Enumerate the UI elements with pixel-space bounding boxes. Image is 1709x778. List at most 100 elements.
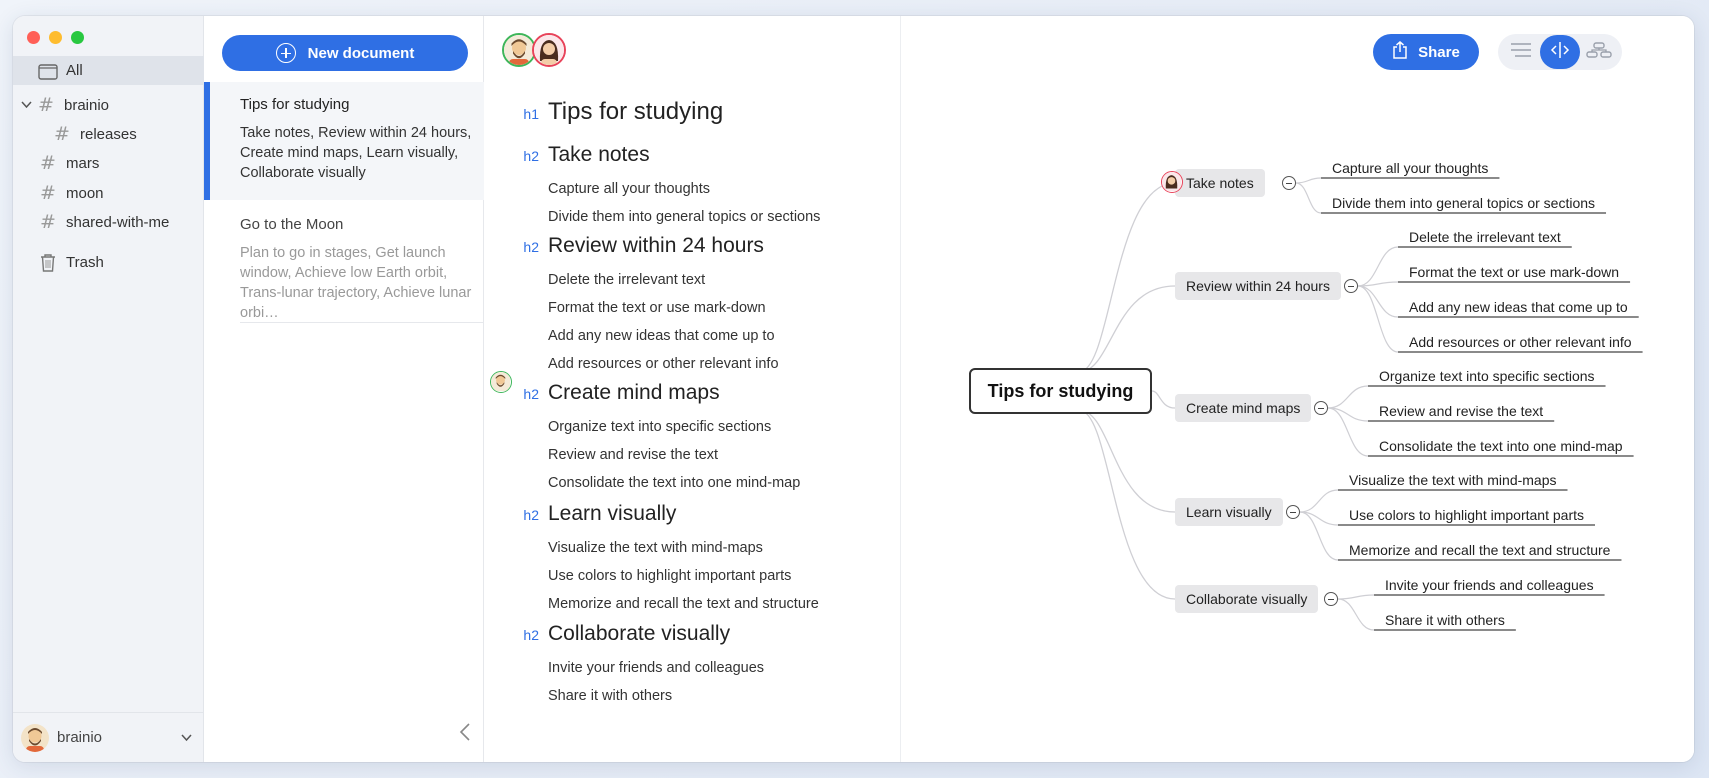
heading-text: Tips for studying [548,98,724,125]
new-document-button[interactable]: New document [222,35,468,71]
avatar[interactable] [532,33,566,67]
sidebar-item-label: shared-with-me [66,214,170,231]
collapse-sidebar-button[interactable] [459,722,471,748]
sidebar-item-brainio[interactable]: # brainio [13,91,204,120]
leaf-connector [1357,246,1399,287]
hash-icon: # [38,94,54,116]
document-title: Tips for studying [240,96,350,113]
branch-connector [1078,409,1176,600]
minimize-window-button[interactable] [49,31,62,44]
mind-map-leaf-node[interactable]: Format the text or use mark-down [1409,264,1619,280]
sidebar-item-releases[interactable]: # releases [13,120,204,149]
leaf-connector [1357,285,1399,353]
outline-heading-1[interactable]: h1 Tips for studying [484,98,901,126]
hash-icon: # [40,152,56,174]
leaf-connector [1299,489,1339,513]
mind-map-leaf-node[interactable]: Organize text into specific sections [1379,368,1595,384]
heading-level-tag: h2 [523,148,539,164]
collaborator-avatars [502,33,566,67]
mind-map-branch-node[interactable]: Create mind maps [1175,394,1312,422]
outline-item[interactable]: Delete the irrelevant text [548,272,705,288]
mind-map-root-node[interactable]: Tips for studying [969,368,1152,414]
outline-item[interactable]: Visualize the text with mind-maps [548,540,763,556]
outline-item[interactable]: Invite your friends and colleagues [548,660,764,676]
heading-text: Collaborate visually [548,622,731,645]
mind-map-leaf-node[interactable]: Visualize the text with mind-maps [1349,472,1557,488]
mind-map-branch-node[interactable]: Review within 24 hours [1175,272,1341,300]
outline-item[interactable]: Use colors to highlight important parts [548,568,791,584]
mind-map-panel: Share Tips for studying Take notes Captur [901,16,1694,762]
mind-map-leaf-node[interactable]: Share it with others [1385,612,1505,628]
heading-level-tag: h2 [523,507,539,523]
heading-level-tag: h1 [523,106,539,122]
sidebar-item-all[interactable]: All [13,56,204,85]
leaf-connector [1295,177,1322,184]
mind-map-leaf-node[interactable]: Add resources or other relevant info [1409,334,1632,350]
document-card-go-to-the-moon[interactable]: Go to the Moon Plan to go in stages, Get… [204,202,484,321]
outline-heading-2[interactable]: h2 Review within 24 hours [484,234,901,258]
collapse-branch-toggle[interactable] [1286,505,1300,519]
outline-heading-2[interactable]: h2 Collaborate visually [484,622,901,646]
mind-map-leaf-node[interactable]: Review and revise the text [1379,403,1543,419]
avatar [21,723,49,752]
mind-map-branch-node[interactable]: Collaborate visually [1175,585,1319,613]
collapse-branch-toggle[interactable] [1282,176,1296,190]
user-menu[interactable]: brainio [13,712,204,762]
outline-heading-2[interactable]: h2 Learn visually [484,502,901,526]
outline-item[interactable]: Add resources or other relevant info [548,356,779,372]
chevron-down-icon[interactable] [21,100,35,112]
window-controls [27,31,84,44]
sidebar-item-label: All [66,62,83,79]
plus-circle-icon [275,43,296,63]
heading-level-tag: h2 [523,239,539,255]
branch-connector [1078,182,1176,373]
document-card-tips-for-studying[interactable]: Tips for studying Take notes, Review wit… [204,82,484,200]
outline-item[interactable]: Capture all your thoughts [548,181,710,197]
outline-item[interactable]: Divide them into general topics or secti… [548,209,820,225]
mind-map-leaf-node[interactable]: Divide them into general topics or secti… [1332,195,1595,211]
outline-item[interactable]: Memorize and recall the text and structu… [548,596,819,612]
outline-item[interactable]: Format the text or use mark-down [548,300,766,316]
hash-icon: # [40,182,56,204]
outline-editor[interactable]: h1 Tips for studying h2 Take notes Capture a… [484,16,901,762]
collapse-branch-toggle[interactable] [1314,401,1328,415]
sidebar-item-trash[interactable]: Trash [13,248,204,277]
sidebar-item-mars[interactable]: # mars [13,149,204,178]
heading-text: Review within 24 hours [548,234,764,257]
outline-item[interactable]: Review and revise the text [548,447,718,463]
leaf-connector [1337,594,1375,600]
mind-map-leaf-node[interactable]: Capture all your thoughts [1332,160,1488,176]
outline-heading-2[interactable]: h2 Create mind maps [484,381,901,405]
leaf-connector [1327,385,1369,409]
sidebar-item-label: brainio [64,97,110,114]
avatar [490,371,512,393]
sidebar-item-moon[interactable]: # moon [13,179,204,208]
leaf-connector [1337,598,1375,631]
sidebar-item-shared-with-me[interactable]: # shared-with-me [13,208,204,237]
mind-map-branch-node[interactable]: Take notes [1175,169,1265,197]
heading-level-tag: h2 [523,627,539,643]
sidebar: All # brainio # releases # mars # moon #… [13,16,204,762]
zoom-window-button[interactable] [71,31,84,44]
mind-map-leaf-node[interactable]: Use colors to highlight important parts [1349,507,1584,523]
outline-item[interactable]: Add any new ideas that come up to [548,328,775,344]
collapse-branch-toggle[interactable] [1324,592,1338,606]
chevron-down-icon[interactable] [181,731,192,745]
mind-map-leaf-node[interactable]: Memorize and recall the text and structu… [1349,542,1610,558]
outline-item[interactable]: Share it with others [548,688,672,704]
mind-map-leaf-node[interactable]: Invite your friends and colleagues [1385,577,1594,593]
outline-heading-2[interactable]: h2 Take notes [484,143,901,167]
heading-text: Create mind maps [548,381,720,404]
mind-map-leaf-node[interactable]: Consolidate the text into one mind-map [1379,438,1623,454]
leaf-connector [1295,182,1322,214]
mind-map-leaf-node[interactable]: Add any new ideas that come up to [1409,299,1628,315]
outline-item[interactable]: Consolidate the text into one mind-map [548,475,800,491]
outline-item[interactable]: Organize text into specific sections [548,419,771,435]
document-list: New document Tips for studying Take note… [204,16,484,762]
sidebar-item-label: releases [80,126,137,143]
avatar[interactable] [502,33,536,67]
close-window-button[interactable] [27,31,40,44]
mind-map-leaf-node[interactable]: Delete the irrelevant text [1409,229,1561,245]
collapse-branch-toggle[interactable] [1344,279,1358,293]
mind-map-branch-node[interactable]: Learn visually [1175,498,1283,526]
